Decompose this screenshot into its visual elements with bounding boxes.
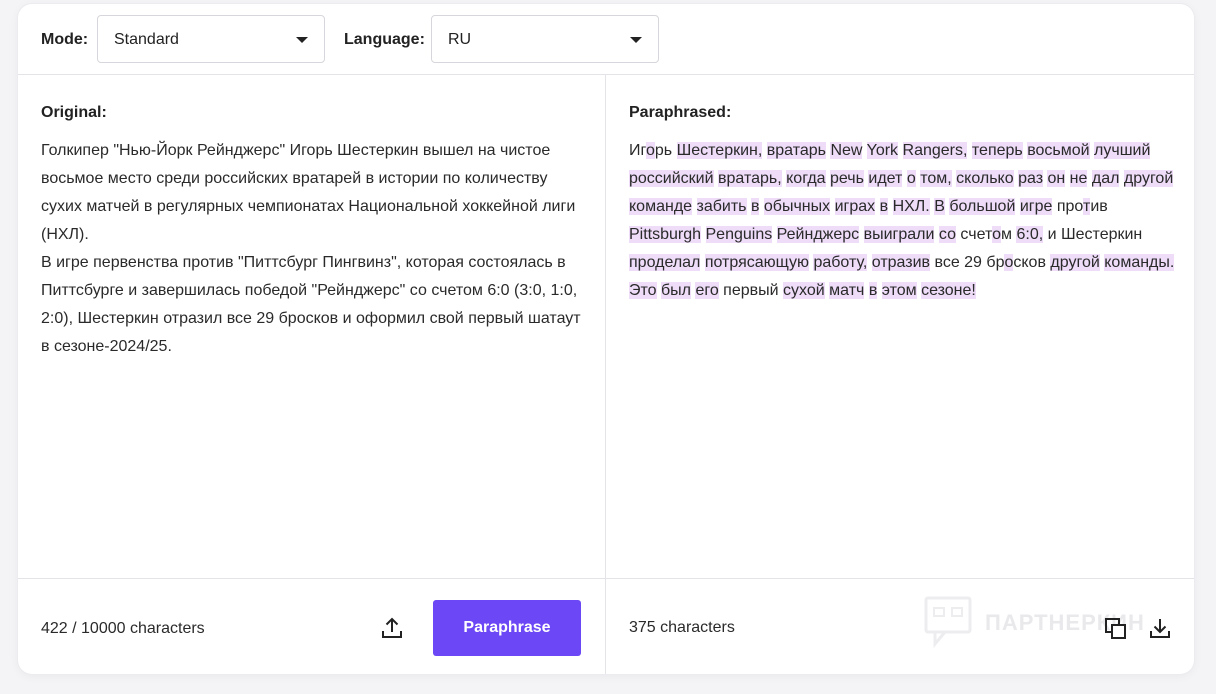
unchanged-text: Иг (629, 142, 646, 159)
changed-word: идет (868, 170, 903, 187)
mode-select-value: Standard (114, 31, 179, 48)
unchanged-text (888, 198, 892, 215)
unchanged-text: м (1001, 226, 1017, 243)
changed-word: потрясающую (704, 254, 810, 271)
paraphrased-char-count: 375 characters (629, 619, 735, 636)
unchanged-text (1065, 170, 1069, 187)
changed-word: о (992, 226, 1002, 243)
changed-word: о (906, 170, 916, 187)
toolbar: Mode: Standard Language: RU (18, 4, 1194, 75)
changed-word: он (1047, 170, 1066, 187)
changed-word: теперь (971, 142, 1023, 159)
changed-word: о (645, 142, 655, 159)
changed-word: отразив (871, 254, 931, 271)
copy-icon[interactable] (1102, 615, 1130, 643)
changed-word: сухой (783, 282, 825, 299)
changed-word: В (934, 198, 945, 215)
unchanged-text (830, 198, 834, 215)
changed-word: York (866, 142, 899, 159)
unchanged-text (692, 198, 696, 215)
unchanged-text (859, 226, 863, 243)
changed-word: Penguins (705, 226, 773, 243)
language-label: Language: (344, 31, 425, 48)
changed-word: российский (629, 170, 714, 187)
changed-word: вратарь (766, 142, 826, 159)
upload-icon[interactable] (378, 615, 406, 643)
changed-word: игре (1019, 198, 1053, 215)
changed-word: команде (629, 198, 693, 215)
changed-word: его (695, 282, 719, 299)
original-title: Original: (41, 104, 107, 121)
unchanged-text (701, 226, 705, 243)
changed-word: НХЛ. (892, 198, 930, 215)
language-select-value: RU (448, 31, 472, 48)
changed-word: дал (1091, 170, 1120, 187)
changed-word: другой (1050, 254, 1100, 271)
changed-word: выиграли (863, 226, 935, 243)
changed-word: обычных (763, 198, 831, 215)
changed-word: проделал (629, 254, 701, 271)
changed-word: New (830, 142, 863, 159)
changed-word: этом (881, 282, 917, 299)
unchanged-text: сков (1013, 254, 1051, 271)
unchanged-text (875, 198, 879, 215)
changed-word: играх (834, 198, 876, 215)
changed-word: большой (949, 198, 1016, 215)
changed-word: был (661, 282, 691, 299)
paraphrased-text-output: Игорь Шестеркин, вратарь New York Ranger… (629, 137, 1177, 305)
changed-word: Шестеркин, (676, 142, 763, 159)
changed-word: Это (629, 282, 657, 299)
changed-word: другой (1123, 170, 1174, 187)
changed-word: Rangers, (902, 142, 968, 159)
changed-word: вратарь, (718, 170, 782, 187)
changed-word: работу, (813, 254, 868, 271)
changed-word: лучший (1094, 142, 1151, 159)
changed-word: матч (829, 282, 865, 299)
changed-word: сезоне! (921, 282, 976, 299)
mode-label: Mode: (41, 31, 89, 48)
changed-word: команды. (1104, 254, 1175, 271)
changed-word: речь (830, 170, 864, 187)
paraphrase-button[interactable]: Paraphrase (433, 600, 581, 656)
footer: 422 / 10000 characters Paraphrase 375 ch… (18, 578, 1194, 674)
changed-word: в (879, 198, 889, 215)
changed-word: 6:0, (1016, 226, 1044, 243)
changed-word: сколько (956, 170, 1014, 187)
original-char-count: 422 / 10000 characters (41, 620, 205, 637)
unchanged-text: про (1052, 198, 1083, 215)
mode-select[interactable]: Standard (97, 15, 325, 63)
chevron-down-icon (630, 37, 642, 43)
original-paragraph: Голкипер "Нью-Йорк Рейнджерс" Игорь Шест… (41, 142, 576, 243)
changed-word: забить (696, 198, 747, 215)
unchanged-text: все 29 бр (930, 254, 1005, 271)
unchanged-text: рь (654, 142, 677, 159)
original-text-input[interactable]: Голкипер "Нью-Йорк Рейнджерс" Игорь Шест… (41, 137, 581, 361)
chevron-down-icon (296, 37, 308, 43)
unchanged-text: счет (955, 226, 993, 243)
paraphrased-title: Paraphrased: (629, 104, 732, 121)
unchanged-text: первый (718, 282, 784, 299)
unchanged-text (772, 226, 776, 243)
changed-word: со (938, 226, 956, 243)
changed-word: том, (920, 170, 952, 187)
unchanged-text (898, 142, 902, 159)
paraphraser-card: Mode: Standard Language: RU Original: Го… (18, 4, 1194, 674)
unchanged-text: ив (1090, 198, 1108, 215)
changed-word: восьмой (1027, 142, 1090, 159)
language-select[interactable]: RU (431, 15, 659, 63)
changed-word: Рейнджерс (776, 226, 860, 243)
original-paragraph: В игре первенства против "Питтсбург Пинг… (41, 254, 581, 355)
unchanged-text: и Шестеркин (1043, 226, 1143, 243)
changed-word: Pittsburgh (629, 226, 702, 243)
download-icon[interactable] (1146, 615, 1174, 643)
unchanged-text (862, 142, 866, 159)
changed-word: не (1069, 170, 1088, 187)
changed-word: когда (786, 170, 826, 187)
changed-word: раз (1018, 170, 1044, 187)
